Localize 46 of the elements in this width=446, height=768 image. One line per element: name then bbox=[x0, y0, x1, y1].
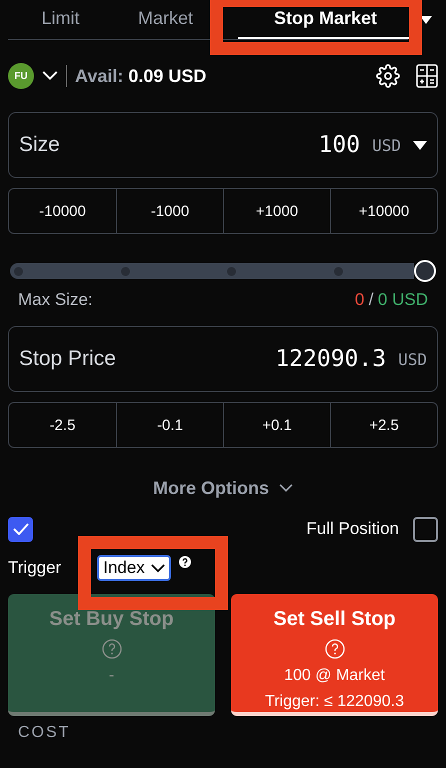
stop-price-label: Stop Price bbox=[19, 347, 117, 371]
chevron-down-icon bbox=[150, 564, 165, 572]
checkmark-icon bbox=[12, 523, 28, 535]
stop-price-unit: USD bbox=[398, 350, 427, 368]
chevron-down-icon bbox=[279, 484, 293, 492]
full-position-label: Full Position bbox=[306, 519, 399, 539]
calculator-icon[interactable] bbox=[416, 64, 438, 88]
size-step-button[interactable]: +1000 bbox=[223, 189, 330, 233]
price-step-button[interactable]: -0.1 bbox=[116, 403, 223, 447]
chevron-down-icon bbox=[42, 71, 58, 81]
size-field[interactable]: Size 100 USD bbox=[8, 112, 438, 178]
avail-label: Avail: bbox=[75, 66, 124, 86]
separator-text: / bbox=[368, 290, 374, 309]
help-icon bbox=[102, 639, 122, 659]
size-unit: USD bbox=[372, 136, 401, 154]
max-size-total: 0 USD bbox=[378, 290, 428, 309]
cost-label: COST bbox=[17, 724, 72, 742]
size-label: Size bbox=[19, 133, 61, 157]
stop-price-value: 122090.3 bbox=[275, 346, 386, 372]
max-size-used: 0 bbox=[354, 290, 364, 309]
trigger-select[interactable]: Index bbox=[97, 555, 171, 581]
price-step-button[interactable]: +2.5 bbox=[330, 403, 437, 447]
stop-price-field[interactable]: Stop Price 122090.3 USD bbox=[8, 326, 438, 392]
trigger-label: Trigger bbox=[8, 558, 62, 578]
price-step-button[interactable]: +0.1 bbox=[223, 403, 330, 447]
size-step-button[interactable]: +10000 bbox=[330, 189, 437, 233]
slider-thumb[interactable] bbox=[414, 260, 436, 282]
help-icon bbox=[178, 556, 191, 568]
avail-value: 0.09 USD bbox=[128, 66, 206, 86]
sell-stop-button[interactable]: Set Sell Stop 100 @ Market Trigger: ≤ 122090.3 bbox=[231, 594, 438, 716]
caret-down-icon[interactable] bbox=[413, 140, 427, 150]
price-step-button[interactable]: -2.5 bbox=[9, 403, 116, 447]
size-step-button[interactable]: -10000 bbox=[9, 189, 116, 233]
full-position-checkbox[interactable] bbox=[413, 516, 438, 542]
order-type-tab[interactable]: Stop Market bbox=[238, 0, 413, 39]
close-on-trigger-checkbox[interactable] bbox=[8, 516, 33, 542]
max-size-label: Max Size: bbox=[18, 290, 93, 310]
order-type-tab[interactable]: Market bbox=[113, 0, 218, 39]
slider-track[interactable] bbox=[10, 263, 414, 279]
help-icon bbox=[324, 639, 344, 659]
settings-icon[interactable] bbox=[376, 64, 400, 88]
order-type-tab[interactable]: Limit bbox=[8, 0, 113, 39]
size-value: 100 bbox=[318, 132, 360, 158]
size-step-button[interactable]: -1000 bbox=[116, 189, 223, 233]
more-options-toggle[interactable]: More Options bbox=[153, 478, 269, 498]
caret-down-icon[interactable] bbox=[420, 16, 432, 24]
